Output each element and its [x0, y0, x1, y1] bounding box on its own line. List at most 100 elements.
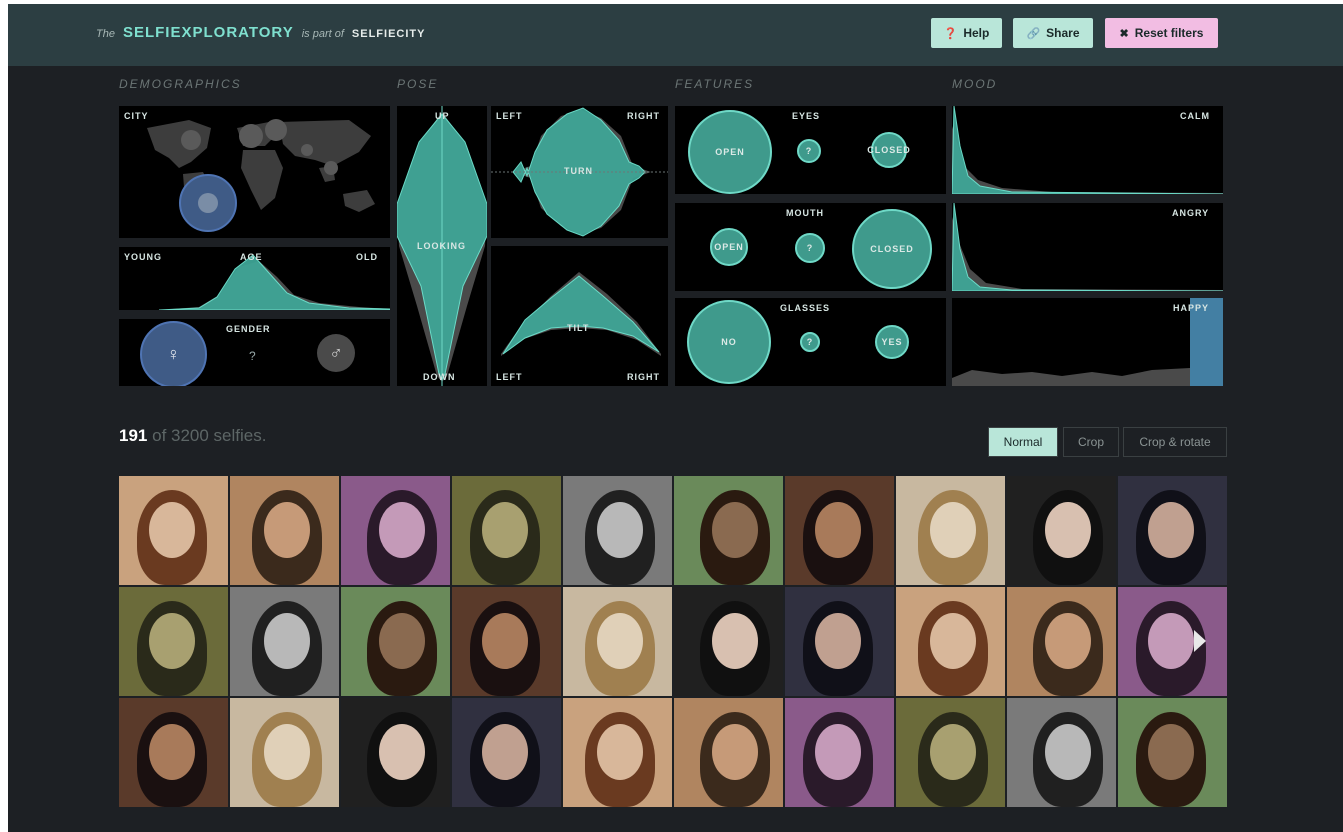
- selfie-thumbnail[interactable]: [563, 476, 672, 585]
- face-shape: [1045, 502, 1091, 558]
- selfie-thumbnail[interactable]: [230, 587, 339, 696]
- face-shape: [930, 724, 976, 780]
- header-bar: The SELFIEXPLORATORY is part of SELFIECI…: [8, 4, 1343, 66]
- mouth-panel[interactable]: MOUTH OPEN ? CLOSED: [675, 203, 946, 291]
- face-shape: [712, 613, 758, 669]
- selfie-thumbnail[interactable]: [1007, 698, 1116, 807]
- city-map-panel[interactable]: CITY: [119, 106, 390, 238]
- face-shape: [597, 724, 643, 780]
- happy-panel[interactable]: HAPPY: [952, 298, 1223, 386]
- face-shape: [1148, 502, 1194, 558]
- mouth-open-filter[interactable]: OPEN: [710, 228, 748, 266]
- share-button[interactable]: 🔗 Share: [1013, 18, 1093, 48]
- glasses-unknown-filter[interactable]: ?: [800, 332, 820, 352]
- mouth-unknown-filter[interactable]: ?: [795, 233, 825, 263]
- selfie-thumbnail[interactable]: [119, 587, 228, 696]
- female-gender-filter[interactable]: ♀: [140, 321, 207, 386]
- eyes-unknown-filter[interactable]: ?: [797, 139, 821, 163]
- gender-panel[interactable]: GENDER ♀ ? ♂: [119, 319, 390, 386]
- eyes-panel[interactable]: EYES OPEN ? CLOSED: [675, 106, 946, 194]
- view-mode-crop-button[interactable]: Crop: [1063, 427, 1119, 457]
- selfie-thumbnail[interactable]: [452, 476, 561, 585]
- close-icon: ✖: [1119, 27, 1129, 40]
- selfie-thumbnail[interactable]: [1118, 587, 1227, 696]
- calm-panel[interactable]: CALM: [952, 106, 1223, 194]
- city-label: CITY: [124, 111, 149, 121]
- face-shape: [1148, 724, 1194, 780]
- next-page-arrow-icon[interactable]: [1194, 630, 1206, 652]
- selfie-thumbnail[interactable]: [341, 587, 450, 696]
- male-gender-filter[interactable]: ♂: [317, 334, 355, 372]
- view-mode-normal-button[interactable]: Normal: [988, 427, 1058, 457]
- selfie-thumbnail[interactable]: [674, 476, 783, 585]
- glasses-yes-filter[interactable]: YES: [875, 325, 909, 359]
- old-label: OLD: [356, 252, 378, 262]
- selfie-thumbnail[interactable]: [785, 587, 894, 696]
- age-panel[interactable]: YOUNG AGE OLD: [119, 247, 390, 310]
- tilt-panel[interactable]: TILT LEFT RIGHT: [491, 246, 668, 386]
- face-shape: [482, 724, 528, 780]
- selfie-thumbnail[interactable]: [119, 698, 228, 807]
- gender-label: GENDER: [226, 324, 271, 334]
- help-label: Help: [963, 26, 990, 40]
- selfie-thumbnail[interactable]: [674, 587, 783, 696]
- face-shape: [149, 724, 195, 780]
- glasses-unknown-label: ?: [806, 337, 814, 347]
- selfie-thumbnail[interactable]: [1007, 476, 1116, 585]
- calm-label: CALM: [1180, 111, 1210, 121]
- selfie-thumbnail[interactable]: [674, 698, 783, 807]
- selfie-thumbnail[interactable]: [785, 476, 894, 585]
- looking-panel[interactable]: UP LOOKING DOWN: [397, 106, 487, 386]
- glasses-panel[interactable]: GLASSES NO ? YES: [675, 298, 946, 386]
- tilt-distribution: [501, 272, 661, 356]
- glasses-label: GLASSES: [780, 303, 831, 313]
- angry-panel[interactable]: ANGRY: [952, 203, 1223, 291]
- mouth-closed-filter[interactable]: CLOSED: [852, 209, 932, 289]
- view-mode-crop-rotate-button[interactable]: Crop & rotate: [1123, 427, 1227, 457]
- glasses-yes-label: YES: [881, 337, 903, 347]
- unknown-gender-filter[interactable]: ?: [249, 349, 256, 363]
- eyes-open-filter[interactable]: OPEN: [688, 110, 772, 194]
- face-shape: [815, 613, 861, 669]
- parent-project-link[interactable]: SELFIECITY: [352, 28, 426, 40]
- selfie-thumbnail[interactable]: [452, 698, 561, 807]
- tilt-label: TILT: [567, 323, 590, 333]
- selfie-thumbnail[interactable]: [563, 698, 672, 807]
- selfie-thumbnail[interactable]: [1007, 587, 1116, 696]
- selfie-thumbnail[interactable]: [341, 476, 450, 585]
- face-shape: [1045, 724, 1091, 780]
- face-shape: [149, 613, 195, 669]
- selfie-thumbnail[interactable]: [452, 587, 561, 696]
- face-shape: [149, 502, 195, 558]
- face-shape: [815, 502, 861, 558]
- age-label: AGE: [240, 252, 263, 262]
- eyes-open-label: OPEN: [715, 147, 745, 157]
- face-shape: [930, 502, 976, 558]
- selfie-thumbnail[interactable]: [230, 476, 339, 585]
- results-count-number: 191: [119, 426, 148, 445]
- reset-filters-button[interactable]: ✖ Reset filters: [1105, 18, 1218, 48]
- frame-border-left: [0, 0, 8, 832]
- selfie-thumbnail[interactable]: [896, 698, 1005, 807]
- results-count-total: of 3200 selfies.: [152, 426, 267, 445]
- face-shape: [930, 613, 976, 669]
- turn-panel[interactable]: LEFT RIGHT TURN: [491, 106, 668, 238]
- brand-part-of: is part of: [301, 28, 344, 40]
- face-shape: [379, 502, 425, 558]
- selfie-thumbnail[interactable]: [896, 476, 1005, 585]
- eyes-closed-filter[interactable]: CLOSED: [867, 132, 910, 168]
- selfie-thumbnail[interactable]: [896, 587, 1005, 696]
- selfie-thumbnail[interactable]: [230, 698, 339, 807]
- face-shape: [597, 613, 643, 669]
- glasses-no-filter[interactable]: NO: [687, 300, 771, 384]
- world-map: [147, 119, 375, 232]
- help-button[interactable]: ❓ Help: [931, 18, 1002, 48]
- selfie-thumbnail[interactable]: [119, 476, 228, 585]
- selfie-thumbnail[interactable]: [1118, 476, 1227, 585]
- selfie-thumbnail[interactable]: [341, 698, 450, 807]
- app-title[interactable]: SELFIEXPLORATORY: [123, 24, 294, 41]
- selfie-thumbnail[interactable]: [785, 698, 894, 807]
- selfie-thumbnail[interactable]: [1118, 698, 1227, 807]
- selfie-thumbnail[interactable]: [563, 587, 672, 696]
- turn-left-label: LEFT: [496, 111, 523, 121]
